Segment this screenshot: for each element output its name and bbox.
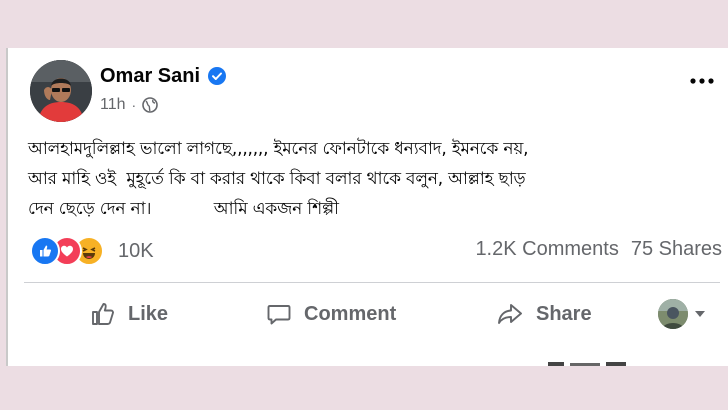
comment-button[interactable]: Comment: [266, 296, 396, 332]
shares-count[interactable]: 75 Shares: [631, 238, 722, 261]
verified-badge-icon: [208, 67, 227, 85]
react-as-selector[interactable]: [658, 296, 706, 332]
author-name[interactable]: Omar Sani: [100, 65, 200, 88]
more-options-icon[interactable]: [688, 74, 716, 88]
reaction-count[interactable]: 10K: [118, 240, 154, 263]
public-globe-icon: [142, 97, 158, 113]
author-row: Omar Sani: [100, 64, 227, 88]
actions-divider: [24, 282, 720, 283]
post-actions-bar: Like Comment Share: [8, 296, 728, 332]
share-label: Share: [536, 302, 592, 325]
post-card: Omar Sani 11h · আলহামদুলিল্লাহ ভালো লাগছ…: [6, 48, 728, 366]
author-avatar[interactable]: [30, 60, 92, 122]
post-meta: 11h ·: [100, 96, 158, 114]
comment-label: Comment: [304, 302, 397, 325]
post-body-text: আলহামদুলিল্লাহ ভালো লাগছে,,,,,,, ইমনের ফ…: [28, 139, 529, 219]
share-arrow-icon: [498, 304, 522, 324]
like-icon: [30, 236, 60, 266]
like-button[interactable]: Like: [90, 296, 168, 332]
meta-separator: ·: [131, 97, 137, 113]
comments-count[interactable]: 1.2K Comments: [475, 238, 618, 261]
profile-avatar-icon: [658, 299, 688, 329]
thumbs-up-icon: [92, 303, 114, 325]
post-timestamp[interactable]: 11h: [100, 96, 126, 114]
share-button[interactable]: Share: [496, 296, 592, 332]
next-post-peek: [548, 362, 626, 366]
comment-bubble-icon: [267, 305, 291, 325]
engagement-stats: 1.2K Comments 75 Shares: [475, 238, 722, 261]
chevron-down-icon: [695, 311, 705, 317]
reaction-summary[interactable]: 10K: [30, 236, 154, 266]
like-label: Like: [128, 302, 169, 325]
